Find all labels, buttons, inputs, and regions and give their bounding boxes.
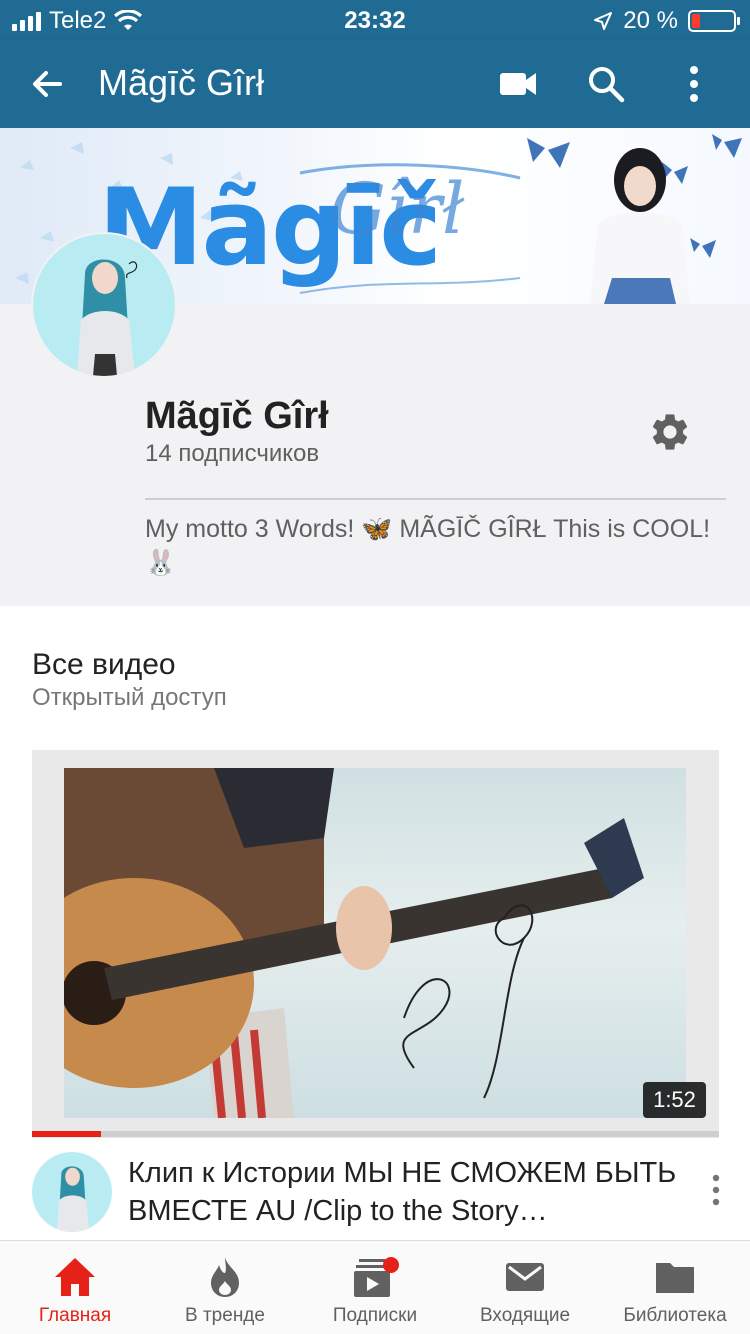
channel-description: My motto 3 Words! 🦋 MÃGĪČ GÎRŁ This is C… [145,515,711,577]
section-title: Все видео [32,648,176,681]
video-channel-avatar[interactable] [32,1152,112,1232]
thumbnail-image [64,768,686,1118]
battery-icon [688,10,740,32]
nav-label-subscriptions: Подписки [332,1305,418,1326]
video-camera-icon[interactable] [496,64,540,104]
nav-label-home: Главная [38,1305,112,1326]
flame-icon [211,1257,239,1297]
location-arrow-icon [594,12,613,30]
nav-trending[interactable]: В тренде [150,1241,300,1334]
channel-name: Mãgīč Gîrł [145,395,329,437]
nav-subscriptions[interactable]: Подписки [300,1241,450,1334]
avatar-image [33,234,175,376]
battery-percent: 20 % [623,7,678,34]
nav-inbox[interactable]: Входящие [450,1241,600,1334]
video-avatar-figure [56,1166,90,1232]
channel-avatar[interactable] [31,232,177,378]
more-vert-icon[interactable] [676,62,712,106]
app-bar: Mãgīč Gîrł [0,40,750,128]
gear-icon[interactable] [648,410,692,454]
bottom-navigation: Главная В тренде Подписки Входящие Библи… [0,1240,750,1334]
nav-home[interactable]: Главная [0,1241,150,1334]
home-icon [55,1258,95,1296]
subscriptions-icon [354,1257,399,1297]
video-thumbnail[interactable] [32,750,719,1138]
divider [145,498,726,500]
section-subtitle: Открытый доступ [32,684,227,711]
video-title[interactable]: Клип к Истории МЫ НЕ СМОЖЕМ БЫТЬ ВМЕСТЕ … [128,1154,688,1230]
folder-icon [656,1263,694,1293]
mail-icon [506,1263,544,1291]
nav-label-trending: В тренде [185,1305,265,1326]
video-more-icon[interactable] [708,1170,724,1210]
status-bar: Tele2 23:32 20 % [0,0,750,40]
app-bar-title: Mãgīč Gîrł [98,62,265,103]
status-right: 20 % [593,7,740,35]
search-icon[interactable] [584,62,628,106]
watch-progress-fill [32,1131,101,1137]
back-arrow-icon[interactable] [26,62,70,106]
video-duration: 1:52 [643,1082,706,1118]
watch-progress-bar [32,1131,719,1137]
nav-label-inbox: Входящие [479,1305,571,1326]
thumbnail-art [64,768,644,1118]
subscriber-count: 14 подписчиков [145,440,320,467]
nav-label-library: Библиотека [623,1305,727,1326]
battery-fill [692,14,700,28]
nav-library[interactable]: Библиотека [600,1241,750,1334]
avatar-figure [77,259,138,376]
